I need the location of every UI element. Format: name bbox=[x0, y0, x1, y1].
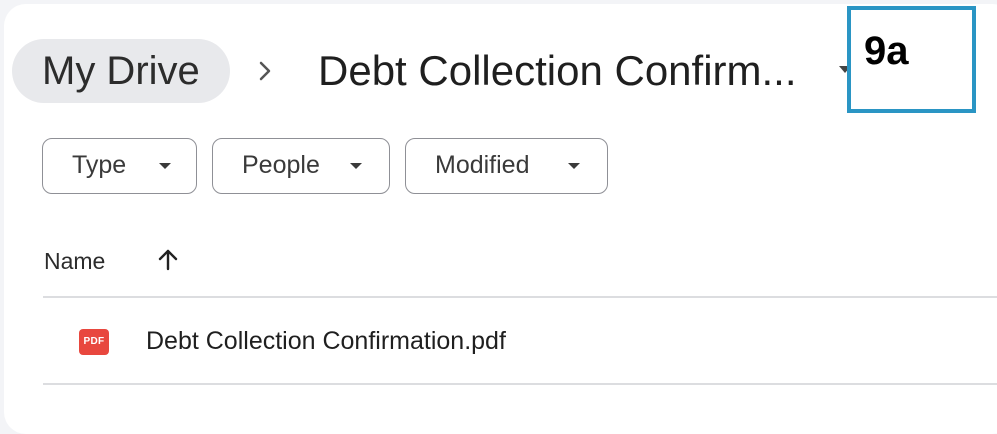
breadcrumb-current-folder[interactable]: Debt Collection Confirm... bbox=[318, 39, 797, 103]
annotation-box: 9a bbox=[847, 6, 976, 113]
filter-people-label: People bbox=[242, 151, 320, 179]
file-name: Debt Collection Confirmation.pdf bbox=[146, 327, 506, 355]
pdf-icon: PDF bbox=[79, 329, 109, 355]
filter-people-chip[interactable]: People bbox=[212, 138, 390, 194]
arrow-up-icon[interactable] bbox=[155, 246, 181, 274]
caret-down-icon bbox=[159, 163, 171, 169]
breadcrumb-my-drive[interactable]: My Drive bbox=[12, 39, 230, 103]
filter-type-chip[interactable]: Type bbox=[42, 138, 197, 194]
annotation-label: 9a bbox=[864, 29, 909, 73]
caret-down-icon bbox=[568, 163, 580, 169]
file-row[interactable]: PDF Debt Collection Confirmation.pdf bbox=[43, 298, 997, 384]
filter-modified-chip[interactable]: Modified bbox=[405, 138, 608, 194]
filter-modified-label: Modified bbox=[435, 151, 530, 179]
filter-type-label: Type bbox=[72, 151, 127, 179]
row-divider bbox=[43, 383, 997, 385]
chevron-right-icon bbox=[259, 61, 271, 81]
caret-down-icon bbox=[350, 163, 362, 169]
column-header-name[interactable]: Name bbox=[44, 246, 105, 276]
